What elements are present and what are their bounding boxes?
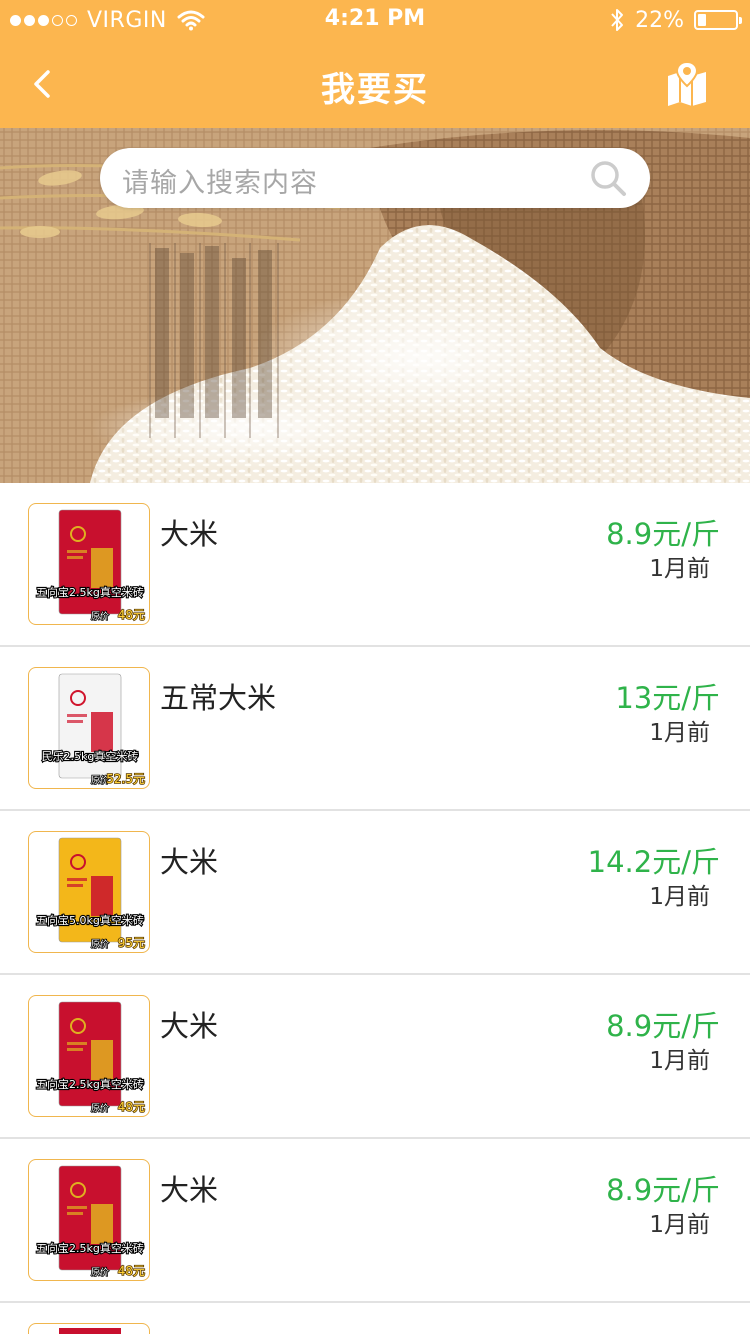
search-input[interactable]: 请输入搜索内容 [100,148,650,208]
thumbnail-caption: 民乐2.5kg真空米砖 [42,749,139,763]
thumbnail-price: 52.5元 [106,772,145,786]
rice-bag-image: 五向宝5.0kg真空米砖 原价 95元 [35,837,146,951]
search-placeholder: 请输入搜索内容 [122,168,318,199]
product-list-item[interactable]: 五向宝2.5kg真空米砖 原价 48元 大米 8.9元/斤 1月前 [0,483,750,647]
thumbnail-caption: 五向宝2.5kg真空米砖 [36,1077,144,1091]
product-thumbnail [28,1323,150,1334]
thumbnail-price: 48元 [118,1264,145,1278]
product-price: 8.9元/斤 [606,1173,720,1207]
product-name: 大米 [160,1173,219,1207]
thumbnail-caption: 五向宝2.5kg真空米砖 [36,1241,144,1255]
product-posted-time: 1月前 [649,556,710,582]
product-price: 8.9元/斤 [606,517,720,551]
product-thumbnail: 五向宝2.5kg真空米砖 原价 48元 [28,1159,150,1281]
thumbnail-price: 95元 [118,936,145,950]
promo-banner: 请输入搜索内容 [0,128,750,483]
rice-bag-image: 民乐2.5kg真空米砖 原价 52.5元 [40,673,146,787]
product-posted-time: 1月前 [649,884,710,910]
product-list-item[interactable]: 五向宝2.5kg真空米砖 原价 48元 大米 8.9元/斤 1月前 [0,975,750,1139]
thumbnail-price: 48元 [118,1100,145,1114]
product-thumbnail: 五向宝2.5kg真空米砖 原价 48元 [28,503,150,625]
product-posted-time: 1月前 [649,1048,710,1074]
product-name: 大米 [160,517,219,551]
product-posted-time: 1月前 [649,1212,710,1238]
rice-bag-image: 五向宝2.5kg真空米砖 原价 48元 [35,1165,146,1279]
thumbnail-price-label: 原价 [91,939,109,950]
app-header: VIRGIN 4:21 PM 22% 我要买 [0,0,750,128]
thumbnail-caption: 五向宝5.0kg真空米砖 [36,913,144,927]
product-list-item[interactable]: 五向宝5.0kg真空米砖 原价 95元 大米 14.2元/斤 1月前 [0,811,750,975]
map-location-icon[interactable] [664,60,712,108]
status-right: 22% [609,6,742,34]
product-list: 五向宝2.5kg真空米砖 原价 48元 大米 8.9元/斤 1月前 民乐2.5k… [0,483,750,1334]
product-thumbnail: 民乐2.5kg真空米砖 原价 52.5元 [28,667,150,789]
product-list-item[interactable]: 民乐2.5kg真空米砖 原价 52.5元 五常大米 13元/斤 1月前 [0,647,750,811]
product-price: 8.9元/斤 [606,1009,720,1043]
thumbnail-caption: 五向宝2.5kg真空米砖 [36,585,144,599]
product-price: 13元/斤 [615,681,720,715]
product-list-item[interactable]: 五向宝2.5kg真空米砖 原价 48元 大米 8.9元/斤 1月前 [0,1139,750,1303]
thumbnail-price-label: 原价 [91,611,109,622]
battery-icon [694,10,742,30]
thumbnail-price-label: 原价 [91,1267,109,1278]
rice-bag-image: 五向宝2.5kg真空米砖 原价 48元 [35,1001,146,1115]
rice-bag-image [59,1328,121,1334]
product-posted-time: 1月前 [649,720,710,746]
thumbnail-price: 48元 [118,608,145,622]
product-name: 大米 [160,845,219,879]
thumbnail-price-label: 原价 [91,1103,109,1114]
product-thumbnail: 五向宝2.5kg真空米砖 原价 48元 [28,995,150,1117]
product-price: 14.2元/斤 [587,845,720,879]
rice-bag-image: 五向宝2.5kg真空米砖 原价 48元 [35,509,146,623]
product-list-item[interactable] [0,1303,750,1334]
product-name: 五常大米 [160,681,277,715]
product-name: 大米 [160,1009,219,1043]
navigation-bar: 我要买 [0,40,750,128]
battery-percentage: 22% [635,7,684,33]
status-bar: VIRGIN 4:21 PM 22% [0,0,750,40]
battery-level [698,14,706,26]
page-title: 我要买 [321,70,429,110]
search-icon[interactable] [588,158,628,198]
bluetooth-icon [611,9,624,31]
product-thumbnail: 五向宝5.0kg真空米砖 原价 95元 [28,831,150,953]
